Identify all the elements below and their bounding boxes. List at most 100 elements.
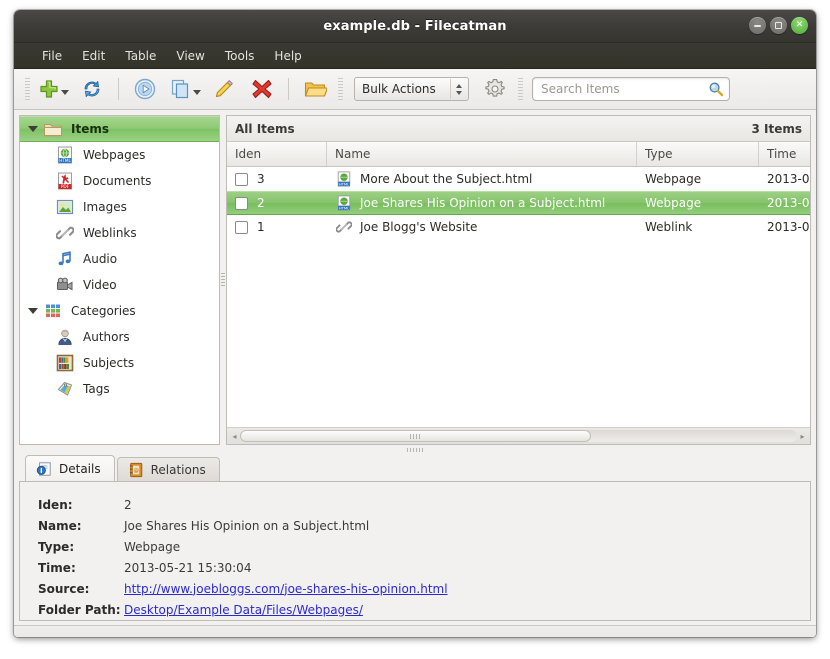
horizontal-splitter[interactable] — [19, 445, 811, 454]
toolbar-grip-2[interactable] — [338, 78, 343, 100]
source-link[interactable]: http://www.joebloggs.com/joe-shares-his-… — [124, 582, 448, 596]
folder-open-icon — [42, 119, 64, 139]
bulk-actions-stepper[interactable] — [450, 79, 466, 99]
table-row[interactable]: 3 HTML More About the Subject.html Webpa… — [227, 167, 810, 191]
tags-icon — [54, 379, 76, 399]
sidebar-item-weblinks[interactable]: Weblinks — [20, 220, 219, 246]
sidebar-item-audio[interactable]: Audio — [20, 246, 219, 272]
details-pane: Details @ Relations Iden: 2 Name: Joe Sh… — [14, 454, 816, 637]
svg-text:HTML: HTML — [339, 206, 350, 210]
detail-label: Type: — [38, 539, 75, 554]
column-header-iden[interactable]: Iden — [227, 142, 327, 166]
sidebar-item-items[interactable]: Items — [20, 116, 219, 142]
horizontal-scrollbar[interactable]: ◂ ▸ — [227, 427, 810, 444]
menu-edit[interactable]: Edit — [72, 47, 115, 65]
detail-value: Webpage — [124, 539, 181, 554]
close-button[interactable]: ✕ — [791, 17, 808, 34]
expander-categories-icon[interactable] — [26, 308, 40, 314]
menu-tools[interactable]: Tools — [215, 47, 265, 65]
cell-iden[interactable]: 2 — [227, 196, 327, 210]
sidebar-item-label: Subjects — [83, 356, 135, 370]
sidebar-item-images[interactable]: Images — [20, 194, 219, 220]
list-header: All Items 3 Items — [227, 116, 810, 142]
sidebar-item-label: Categories — [71, 304, 136, 318]
main-body: Items HTML Webpages PDF Documents Images… — [14, 110, 816, 637]
bulk-actions-select[interactable]: Bulk Actions — [354, 77, 469, 101]
toolbar-grip[interactable] — [25, 78, 30, 100]
scroll-right-icon[interactable]: ▸ — [797, 430, 808, 442]
item-list-panel: All Items 3 Items Iden Name Type Time 3 — [226, 115, 811, 445]
detail-label: Folder Path: — [38, 602, 121, 617]
row-checkbox[interactable] — [235, 172, 248, 186]
link-chain-icon — [335, 218, 353, 236]
column-header-type[interactable]: Type — [637, 142, 759, 166]
scroll-left-icon[interactable]: ◂ — [229, 430, 240, 442]
settings-button[interactable] — [477, 73, 513, 105]
tab-label: Details — [59, 462, 101, 476]
table-row[interactable]: 2 HTML Joe Shares His Opinion on a Subje… — [227, 191, 810, 215]
menu-help[interactable]: Help — [264, 47, 311, 65]
sidebar-item-authors[interactable]: Authors — [20, 324, 219, 350]
detail-label: Iden: — [38, 497, 73, 512]
window-title: example.db - Filecatman — [323, 18, 507, 34]
cell-iden[interactable]: 1 — [227, 220, 327, 234]
maximize-button[interactable] — [770, 17, 787, 34]
sidebar-item-video[interactable]: Video — [20, 272, 219, 298]
delete-x-icon — [250, 77, 274, 101]
row-checkbox[interactable] — [235, 220, 248, 234]
toolbar-grip-3[interactable] — [518, 78, 523, 100]
table-row[interactable]: 1 Joe Blogg's Website Weblink 2013-0 — [227, 215, 810, 239]
cell-iden[interactable]: 3 — [227, 172, 327, 186]
title-bar: example.db - Filecatman ✕ — [14, 10, 816, 43]
detail-value: Joe Shares His Opinion on a Subject.html — [124, 518, 370, 533]
folder-path-link[interactable]: Desktop/Example Data/Files/Webpages/ — [124, 603, 363, 617]
sidebar-item-subjects[interactable]: Subjects — [20, 350, 219, 376]
sidebar-item-tags[interactable]: Tags — [20, 376, 219, 402]
menu-view[interactable]: View — [166, 47, 214, 65]
refresh-button[interactable] — [74, 73, 110, 105]
cell-type: Webpage — [645, 196, 702, 210]
stepper-down-icon[interactable] — [455, 90, 462, 95]
menu-file[interactable]: File — [32, 47, 72, 65]
menu-table[interactable]: Table — [115, 47, 166, 65]
sidebar-item-categories[interactable]: Categories — [20, 298, 219, 324]
add-item-button[interactable] — [35, 73, 72, 105]
copy-button[interactable] — [165, 73, 204, 105]
expander-items-icon[interactable] — [26, 126, 40, 132]
minimize-icon — [754, 24, 761, 27]
cell-time: 2013-05-21 — [767, 196, 810, 210]
stepper-up-icon[interactable] — [455, 83, 462, 88]
tab-relations[interactable]: @ Relations — [116, 457, 220, 482]
cell-iden-value: 3 — [257, 172, 265, 186]
delete-button[interactable] — [244, 73, 280, 105]
add-item-caret-icon[interactable] — [61, 89, 69, 95]
copy-caret-icon[interactable] — [193, 89, 201, 95]
cell-time: 2013-03-07 — [767, 220, 810, 234]
open-button[interactable] — [127, 73, 163, 105]
tab-details[interactable]: Details — [25, 455, 115, 482]
detail-label: Time: — [38, 560, 76, 575]
status-bar — [14, 625, 816, 637]
column-headers: Iden Name Type Time — [227, 142, 810, 167]
column-header-time[interactable]: Time — [759, 142, 810, 166]
open-folder-button[interactable] — [297, 73, 333, 105]
svg-text:@: @ — [133, 468, 138, 474]
search-input[interactable]: Search Items — [532, 77, 730, 101]
refresh-icon — [80, 77, 104, 101]
sidebar-item-label: Images — [83, 200, 127, 214]
svg-text:HTML: HTML — [59, 158, 71, 163]
sidebar-item-webpages[interactable]: HTML Webpages — [20, 142, 219, 168]
sidebar-item-documents[interactable]: PDF Documents — [20, 168, 219, 194]
search-placeholder: Search Items — [541, 82, 620, 96]
item-rows: 3 HTML More About the Subject.html Webpa… — [227, 167, 810, 427]
row-checkbox[interactable] — [235, 196, 248, 210]
details-tabstrip: Details @ Relations — [19, 454, 811, 482]
scrollbar-track[interactable] — [240, 430, 797, 442]
cell-name-value: Joe Blogg's Website — [360, 220, 478, 234]
scrollbar-thumb[interactable] — [240, 430, 591, 442]
edit-button[interactable] — [206, 73, 242, 105]
column-header-name[interactable]: Name — [327, 142, 637, 166]
detail-row-iden: Iden: 2 — [20, 494, 810, 515]
search-icon[interactable] — [708, 81, 724, 97]
minimize-button[interactable] — [749, 17, 766, 34]
